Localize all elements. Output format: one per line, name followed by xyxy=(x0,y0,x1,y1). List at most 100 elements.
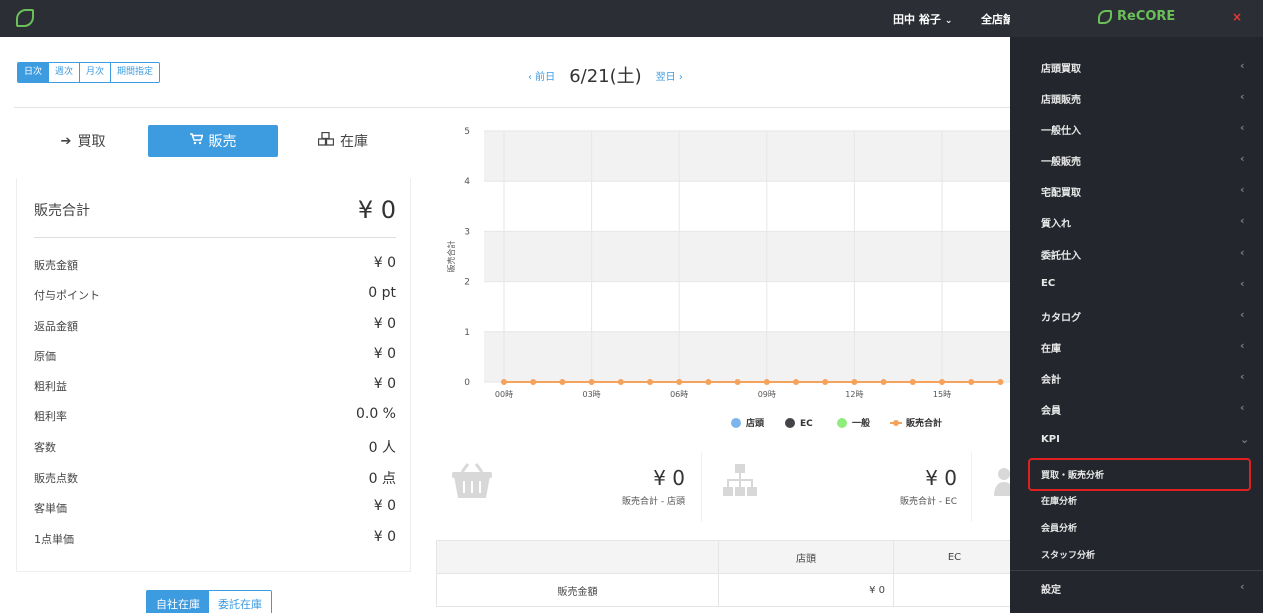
mode-tabs: ➔ 買取 販売 在庫 xyxy=(18,125,408,157)
sidebar-subitem[interactable]: 会員分析 xyxy=(1010,514,1263,540)
data-point xyxy=(501,379,507,385)
table-cell-ec xyxy=(893,573,1016,607)
data-point xyxy=(617,379,624,385)
legend-label: 店頭 xyxy=(746,417,765,429)
tab-sales[interactable]: 販売 xyxy=(148,125,278,157)
data-point xyxy=(909,379,916,385)
metric-label: 粗利率 xyxy=(34,410,67,423)
sidebar-item[interactable]: 質入れ ‹ xyxy=(1010,206,1263,237)
chevron-left-icon: ‹ xyxy=(1240,214,1245,227)
sidebar-item[interactable]: 委託仕入 ‹ xyxy=(1010,238,1263,269)
cubes-icon xyxy=(317,131,335,150)
sitemap-icon xyxy=(722,462,758,508)
kpi-ec-label: 販売合計 - EC xyxy=(900,497,957,507)
chevron-down-icon: ⌄ xyxy=(1240,433,1250,446)
metric-row: 粗利益 ¥ 0 xyxy=(34,376,396,396)
sidebar-item[interactable]: 一般仕入 ‹ xyxy=(1010,113,1263,144)
sidebar-subitem-label: 会員分析 xyxy=(1041,524,1078,534)
stock-type-tabs: 自社在庫 委託在庫 xyxy=(146,590,272,613)
next-day-link[interactable]: 翌日 › xyxy=(656,68,683,83)
sidebar-item[interactable]: 店頭買取 ‹ xyxy=(1010,51,1263,82)
tab-inventory-label: 在庫 xyxy=(340,134,368,150)
period-custom[interactable]: 期間指定 xyxy=(111,63,160,82)
period-daily[interactable]: 日次 xyxy=(18,63,50,82)
sidebar-item-label: 宅配買取 xyxy=(1041,188,1081,199)
metric-label: 付与ポイント xyxy=(34,289,100,302)
sidebar-subitem-label: 在庫分析 xyxy=(1041,497,1078,507)
metric-row: 粗利率 0.0 % xyxy=(34,406,396,426)
metric-value: ¥ 0 xyxy=(373,346,396,362)
sidebar-item-settings[interactable]: 設定 ‹ xyxy=(1010,572,1263,603)
metric-label: 客数 xyxy=(34,441,56,454)
store-selector[interactable]: 全店舗 xyxy=(981,11,1010,27)
table-header-ec: EC xyxy=(893,540,1016,574)
table-cell-label: 販売金額 xyxy=(436,573,719,607)
sales-breakdown-table: 店頭 EC 販売金額 ¥ 0 xyxy=(436,540,1016,607)
kpi-store-label: 販売合計 - 店頭 xyxy=(622,497,685,507)
grid-band xyxy=(484,231,1020,282)
table-row: 販売金額 ¥ 0 xyxy=(436,573,1016,607)
chevron-left-icon: ‹ xyxy=(1240,152,1245,165)
close-icon[interactable]: × xyxy=(1232,10,1242,24)
summary-header: 販売合計 ¥ 0 xyxy=(34,196,396,238)
metric-row: 客数 0 人 xyxy=(34,437,396,457)
data-point xyxy=(705,379,712,385)
period-monthly[interactable]: 月次 xyxy=(80,63,112,82)
tab-purchase[interactable]: ➔ 買取 xyxy=(18,125,148,157)
metric-row: 付与ポイント 0 pt xyxy=(34,285,396,305)
data-point xyxy=(968,379,975,385)
metric-value: ¥ 0 xyxy=(373,376,396,392)
x-tick-label: 12時 xyxy=(845,390,863,399)
metric-value: 0 人 xyxy=(368,440,396,456)
sidebar-menu: ReCORE × 店頭買取 ‹ 店頭販売 ‹ 一般仕入 ‹ 一般販売 ‹ 宅配買取 ‹ 質入れ ‹ 委託… xyxy=(1010,0,1263,613)
sidebar-item-label: 在庫 xyxy=(1041,344,1061,355)
table-header-store: 店頭 xyxy=(718,540,894,574)
data-point xyxy=(676,379,683,385)
data-point xyxy=(793,379,799,385)
sidebar-item[interactable]: 会員 ‹ xyxy=(1010,393,1263,424)
sidebar-item-label: EC xyxy=(1041,278,1056,289)
legend-marker xyxy=(785,418,795,428)
sidebar-item[interactable]: カタログ ‹ xyxy=(1010,300,1263,331)
sidebar-item-label: カタログ xyxy=(1041,313,1081,324)
metric-value: 0.0 % xyxy=(355,406,396,422)
sidebar-item[interactable]: 在庫 ‹ xyxy=(1010,331,1263,362)
sidebar-item[interactable]: 店頭販売 ‹ xyxy=(1010,82,1263,113)
chevron-left-icon: ‹ xyxy=(1240,246,1245,259)
tab-purchase-label: 買取 xyxy=(77,134,106,150)
tab-consignment-stock[interactable]: 委託在庫 xyxy=(209,591,271,613)
metric-row: 販売点数 0 点 xyxy=(34,468,396,488)
sidebar-item-label: 店頭買取 xyxy=(1041,64,1081,75)
user-menu[interactable]: 田中 裕子 ⌄ xyxy=(893,11,952,27)
data-point xyxy=(647,379,653,385)
chevron-left-icon: ‹ xyxy=(1240,277,1245,290)
y-tick-label: 1 xyxy=(464,328,470,338)
sidebar-item-label: 会計 xyxy=(1041,375,1061,386)
tab-inventory[interactable]: 在庫 xyxy=(278,125,408,157)
data-point xyxy=(530,379,537,385)
sidebar-item[interactable]: KPI ⌄ xyxy=(1010,425,1263,456)
metric-value: 0 点 xyxy=(368,471,396,487)
period-weekly[interactable]: 週次 xyxy=(49,63,81,82)
legend-marker xyxy=(837,418,847,428)
leaf-logo-icon[interactable] xyxy=(16,9,34,27)
sidebar-subitem[interactable]: スタッフ分析 xyxy=(1010,541,1263,567)
tab-own-stock[interactable]: 自社在庫 xyxy=(147,591,209,613)
x-tick-label: 06時 xyxy=(670,390,688,399)
metric-label: 客単価 xyxy=(34,502,67,515)
highlight-annotation xyxy=(1028,458,1251,491)
kpi-card-store: ¥ 0 販売合計 - 店頭 xyxy=(440,452,702,522)
table-cell-store: ¥ 0 xyxy=(718,573,894,607)
data-point xyxy=(822,379,829,385)
sign-in-icon: ➔ xyxy=(60,133,72,149)
data-point xyxy=(851,379,858,385)
sales-summary-panel: 販売合計 ¥ 0 販売金額 ¥ 0 付与ポイント 0 pt 返品金額 ¥ 0 原価 ¥ … xyxy=(16,178,411,572)
x-tick-label: 00時 xyxy=(495,390,513,399)
sidebar-item[interactable]: 会計 ‹ xyxy=(1010,362,1263,393)
sidebar-item[interactable]: 宅配買取 ‹ xyxy=(1010,175,1263,206)
sidebar-item[interactable]: 一般販売 ‹ xyxy=(1010,144,1263,175)
sidebar-item[interactable]: EC ‹ xyxy=(1010,269,1263,300)
sidebar-divider xyxy=(1010,570,1263,571)
user-name: 田中 裕子 xyxy=(893,13,941,26)
prev-day-link[interactable]: ‹ 前日 xyxy=(528,68,555,83)
